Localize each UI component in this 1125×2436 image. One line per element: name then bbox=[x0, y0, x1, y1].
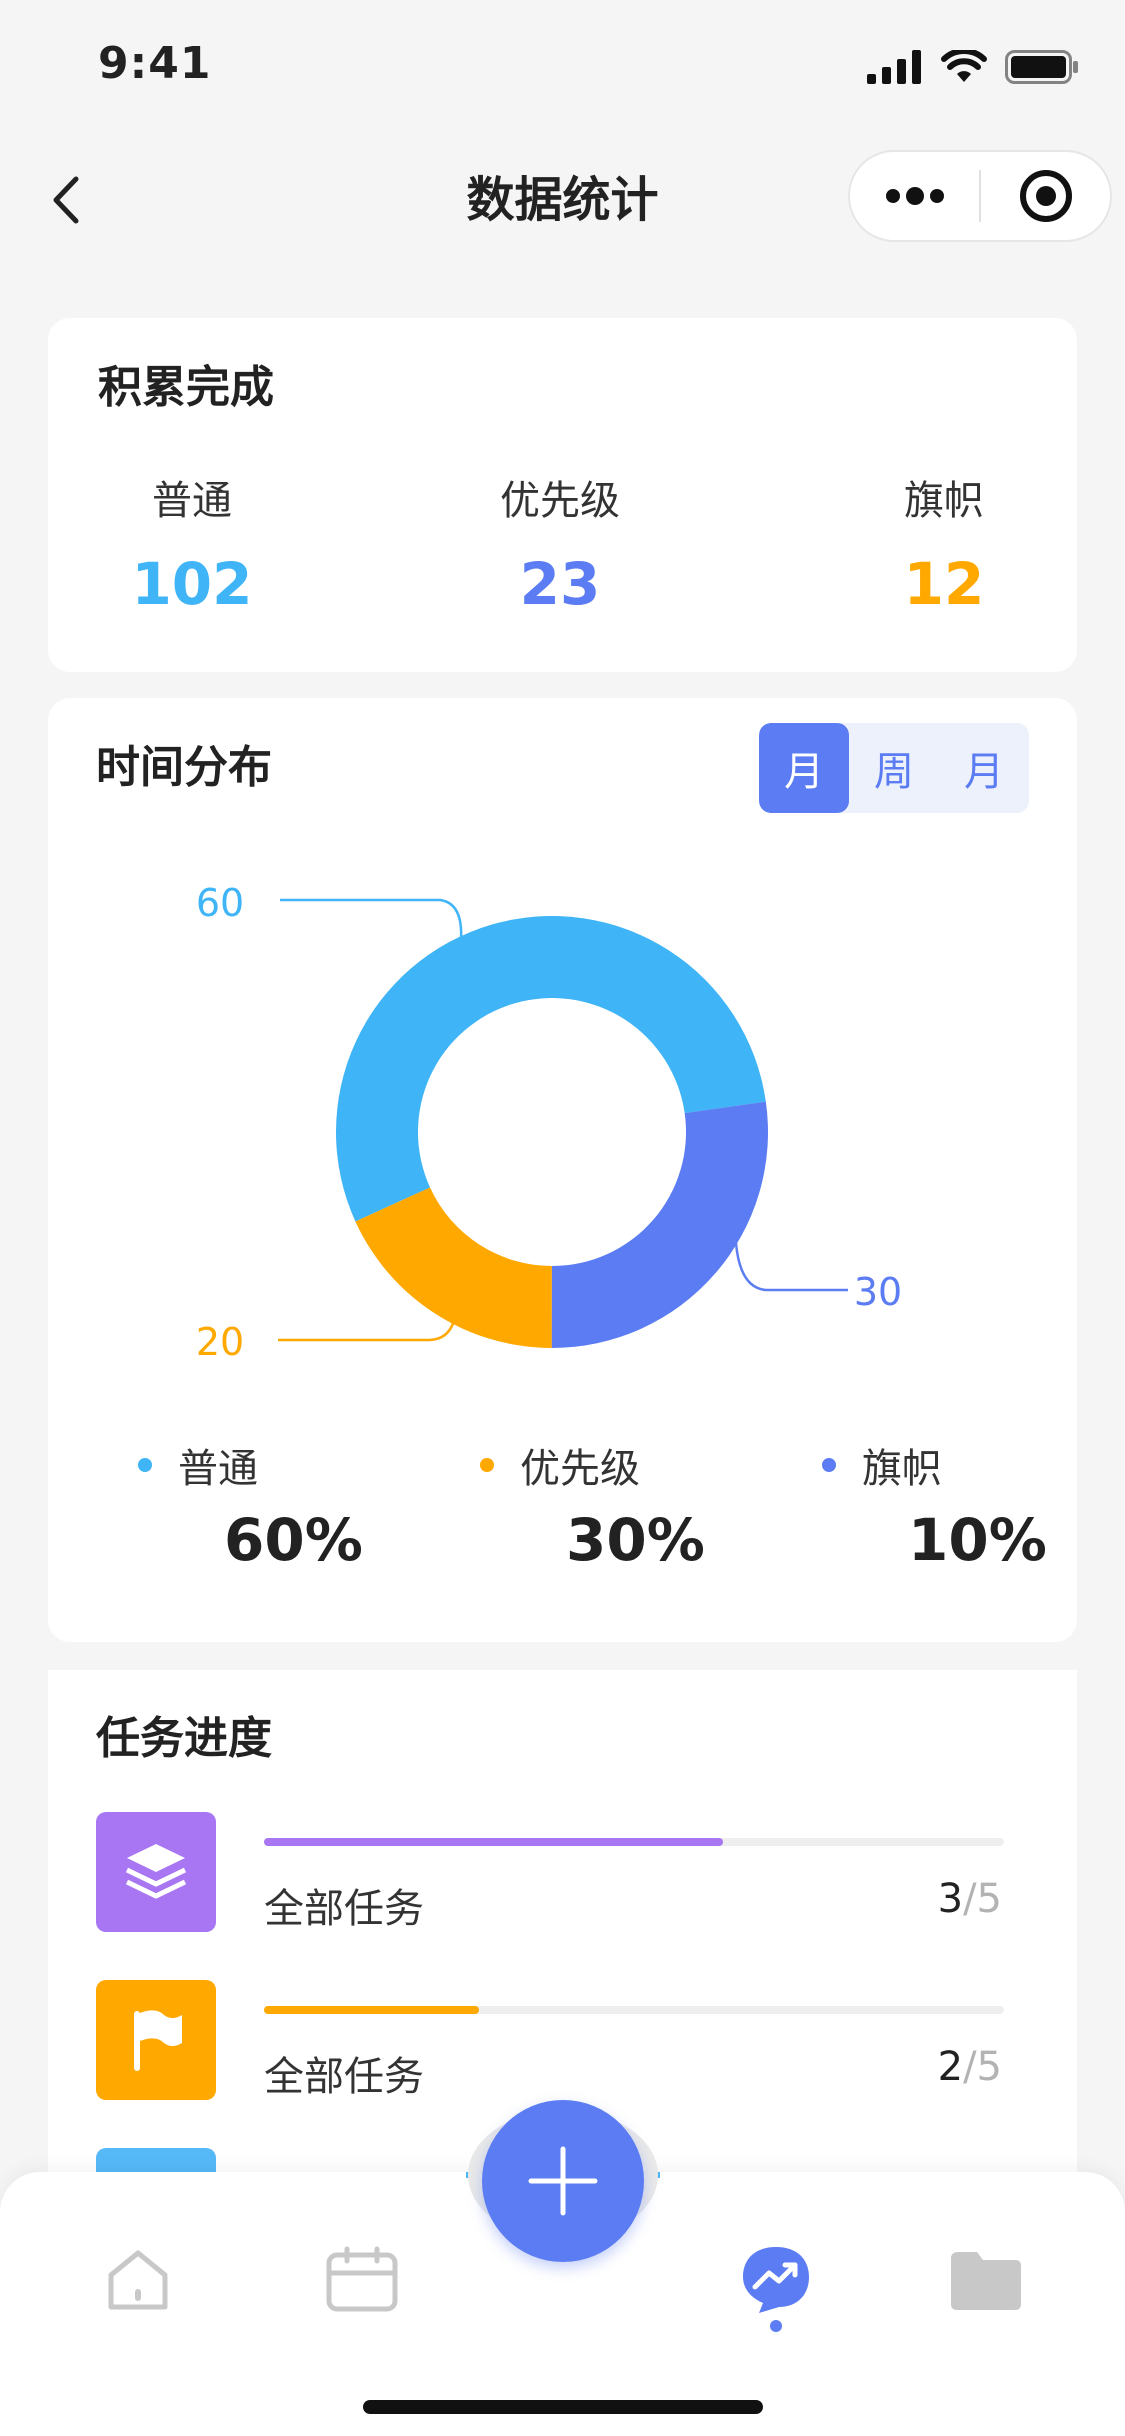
leader-line-normal bbox=[280, 898, 463, 941]
accumulated-title: 积累完成 bbox=[98, 362, 274, 413]
task-flag-icon-tile bbox=[96, 1980, 216, 2100]
add-icon bbox=[528, 2146, 598, 2216]
task-progress-fill-1 bbox=[264, 1838, 723, 1846]
stat-normal-label: 普通 bbox=[152, 478, 232, 524]
donut-chart: 60 30 20 bbox=[196, 881, 902, 1364]
stat-priority-label: 优先级 bbox=[500, 478, 620, 524]
label-priority: 30 bbox=[854, 1270, 902, 1314]
home-indicator bbox=[363, 2400, 763, 2414]
legend-pct-normal: 60% bbox=[224, 1506, 363, 1574]
more-button[interactable] bbox=[850, 152, 979, 240]
target-icon bbox=[1019, 170, 1072, 222]
stat-priority-value: 23 bbox=[519, 550, 601, 618]
status-icons bbox=[867, 50, 1079, 84]
legend-pct-flag: 10% bbox=[908, 1506, 1047, 1574]
stat-flag-label: 旗帜 bbox=[904, 478, 984, 524]
accumulated-card: 积累完成 普通 102 优先级 23 旗帜 12 bbox=[48, 318, 1077, 672]
task-all-icon-tile bbox=[96, 1812, 216, 1932]
task-total-1: /5 bbox=[963, 1876, 1002, 1922]
task-progress-fill-2 bbox=[264, 2006, 479, 2014]
active-tab-dot bbox=[770, 2320, 782, 2332]
flag-icon bbox=[134, 2010, 182, 2071]
task-count-2: 2/5 bbox=[938, 2044, 1002, 2090]
home-icon bbox=[108, 2250, 168, 2310]
task-count-1: 3/5 bbox=[938, 1876, 1002, 1922]
signal-icon bbox=[867, 50, 921, 84]
task-name-1: 全部任务 bbox=[264, 1886, 424, 1932]
battery-icon bbox=[1005, 50, 1078, 84]
tab-calendar[interactable] bbox=[322, 2240, 402, 2320]
label-normal: 60 bbox=[196, 881, 244, 925]
leader-line-priority bbox=[734, 1242, 848, 1292]
tab-stats[interactable] bbox=[736, 2240, 816, 2320]
legend-dot-priority bbox=[480, 1458, 494, 1472]
legend-dot-flag bbox=[822, 1458, 836, 1472]
mini-program-capsule bbox=[848, 150, 1112, 242]
tab-folder[interactable] bbox=[946, 2240, 1026, 2320]
task-name-2: 全部任务 bbox=[264, 2054, 424, 2100]
status-time: 9:41 bbox=[98, 38, 212, 89]
tab-home[interactable] bbox=[98, 2240, 178, 2320]
task-done-1: 3 bbox=[937, 1876, 964, 1922]
task-done-2: 2 bbox=[937, 2044, 964, 2090]
add-task-button[interactable] bbox=[482, 2100, 644, 2262]
label-flag: 20 bbox=[196, 1320, 244, 1364]
stat-flag-value: 12 bbox=[903, 550, 985, 618]
task-total-2: /5 bbox=[963, 2044, 1002, 2090]
close-miniprogram-button[interactable] bbox=[981, 152, 1110, 240]
legend-pct-priority: 30% bbox=[566, 1506, 705, 1574]
layers-icon bbox=[125, 1844, 187, 1899]
stat-normal-value: 102 bbox=[131, 550, 253, 618]
task-progress-track-1 bbox=[264, 1838, 1004, 1846]
calendar-icon bbox=[326, 2246, 398, 2312]
donut-slice-2 bbox=[551, 1101, 768, 1348]
leader-line-flag bbox=[278, 1309, 458, 1342]
more-dots-icon bbox=[885, 187, 944, 205]
legend-dot-normal bbox=[138, 1458, 152, 1472]
folder-icon bbox=[951, 2252, 1021, 2310]
task-progress-track-2 bbox=[264, 2006, 1004, 2014]
distribution-card: 时间分布 月 周 月 60 30 20 普通 60% 优先级 30% 旗帜 10… bbox=[48, 698, 1077, 1642]
legend-label-priority: 优先级 bbox=[520, 1446, 640, 1492]
trend-icon bbox=[743, 2247, 809, 2313]
progress-title: 任务进度 bbox=[96, 1713, 272, 1764]
wifi-icon bbox=[941, 50, 987, 82]
legend-label-normal: 普通 bbox=[178, 1446, 258, 1492]
legend-label-flag: 旗帜 bbox=[862, 1446, 942, 1492]
